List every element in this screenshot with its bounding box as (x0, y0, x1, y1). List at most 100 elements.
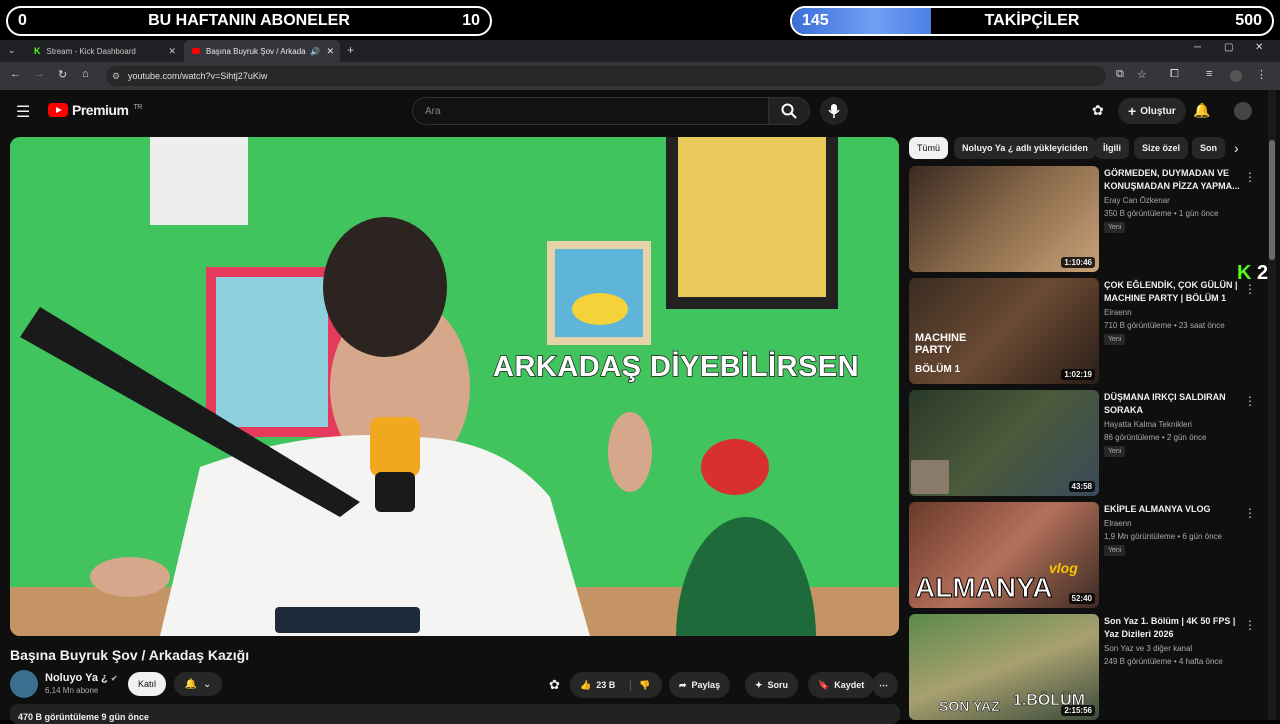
new-tab-icon[interactable]: + (347, 43, 354, 57)
ask-button[interactable]: ✦ Soru (745, 672, 799, 698)
subscription-bell-button[interactable]: 🔔 ⌄ (174, 672, 222, 696)
rec-title: DÜŞMANA IRKÇI SALDIRAN SORAKA (1104, 392, 1226, 415)
chip-all[interactable]: Tümü (909, 137, 949, 159)
rec-title: Son Yaz 1. Bölüm | 4K 50 FPS | Yaz Dizil… (1104, 616, 1236, 639)
video-thumbnail[interactable]: MACHINE PARTY BÖLÜM 1 1:02:19 (909, 278, 1099, 384)
new-badge: Yeni (1104, 446, 1126, 457)
profile-avatar[interactable] (1230, 70, 1242, 82)
channel-name[interactable]: Noluyo Ya ¿ ✔ (45, 672, 118, 684)
account-avatar[interactable] (1234, 102, 1252, 120)
list-item[interactable]: 1:10:46 GÖRMEDEN, DUYMADAN VE KONUŞMADAN… (909, 166, 1269, 272)
thumbs-down-icon[interactable]: 👎 (630, 679, 650, 691)
subs-label: BU HAFTANIN ABONELER (148, 12, 350, 29)
window-close-icon[interactable]: ✕ (1255, 42, 1263, 53)
cast-icon[interactable]: ⧉ (1116, 68, 1124, 81)
thumbs-up-icon: 👍 (580, 679, 592, 690)
minimize-icon[interactable]: ─ (1194, 42, 1201, 53)
tab-list-icon[interactable]: ⌄ (8, 45, 16, 56)
list-item[interactable]: ALMANYA vlog 52:40 EKİPLE ALMANYA VLOG E… (909, 502, 1269, 608)
rec-meta: 249 B görüntüleme • 4 hafta önce (1104, 657, 1223, 666)
create-button[interactable]: + Oluştur (1118, 98, 1186, 124)
list-item[interactable]: MACHINE PARTY BÖLÜM 1 1:02:19 ÇOK EĞLEND… (909, 278, 1269, 384)
scrollbar-thumb[interactable] (1269, 140, 1275, 260)
share-icon: ➦ (679, 679, 687, 690)
like-count: 23 B (596, 680, 616, 690)
voice-search-button[interactable] (820, 97, 848, 125)
video-actions-row: Noluyo Ya ¿ ✔ 6,14 Mn abone Katıl 🔔 ⌄ ✿ … (10, 670, 900, 700)
video-description-box[interactable]: 470 B görüntüleme 9 gün önce (10, 704, 900, 724)
join-button[interactable]: Katıl (128, 672, 167, 696)
channel-avatar[interactable] (10, 670, 38, 698)
close-icon[interactable]: ✕ (326, 46, 334, 57)
save-button[interactable]: 🔖 Kaydet (808, 672, 875, 698)
more-vert-icon[interactable]: ⋮ (1244, 618, 1256, 632)
rec-meta: 350 B görüntüleme • 1 gün önce (1104, 209, 1219, 218)
share-button[interactable]: ➦ Paylaş (669, 672, 731, 698)
followers-current: 145 (802, 12, 829, 29)
video-thumbnail[interactable]: SON YAZ 1.BÖLÜM 2:15:56 (909, 614, 1099, 720)
list-item[interactable]: SON YAZ 1.BÖLÜM 2:15:56 Son Yaz 1. Bölüm… (909, 614, 1269, 720)
kick-viewer-count: K 2 (1237, 262, 1269, 284)
search-input[interactable]: Ara (412, 97, 770, 125)
rec-title: EKİPLE ALMANYA VLOG (1104, 504, 1211, 514)
video-thumbnail[interactable]: 1:10:46 (909, 166, 1099, 272)
scrollbar[interactable] (1268, 90, 1276, 720)
address-bar[interactable]: ⚙ youtube.com/watch?v=Sihtj27uKiw (106, 66, 1106, 86)
chip-recent[interactable]: Son (1192, 137, 1225, 159)
video-thumbnail[interactable]: ALMANYA vlog 52:40 (909, 502, 1099, 608)
url-text: youtube.com/watch?v=Sihtj27uKiw (128, 71, 268, 81)
browser-tab-strip: ⌄ K Stream - Kick Dashboard ✕ Başına Buy… (0, 40, 1280, 62)
rec-channel: Son Yaz ve 3 diğer kanal (1104, 644, 1193, 653)
youtube-logo[interactable]: Premium TR (48, 102, 142, 118)
more-vert-icon[interactable]: ⋮ (1244, 506, 1256, 520)
thumb-text: SON YAZ (939, 698, 1000, 715)
tab-label: Başına Buyruk Şov / Arkada (206, 46, 306, 56)
speaker-icon[interactable]: 🔊 (310, 47, 320, 56)
tab-label: Stream - Kick Dashboard (46, 46, 136, 56)
stream-overlay: 0 BU HAFTANIN ABONELER 10 145 TAKİPÇİLER… (0, 0, 1280, 40)
chip-for-you[interactable]: Size özel (1134, 137, 1189, 159)
extensions-icon[interactable]: ⧠ (1170, 68, 1179, 81)
chip-related[interactable]: İlgili (1095, 137, 1129, 159)
create-label: Oluştur (1140, 105, 1176, 117)
media-icon[interactable]: ≡ (1206, 68, 1212, 80)
site-info-icon[interactable]: ⚙ (112, 71, 120, 82)
bookmark-icon: 🔖 (818, 679, 830, 690)
hamburger-menu-icon[interactable]: ☰ (16, 102, 30, 122)
reload-icon[interactable]: ↻ (58, 68, 67, 81)
more-vert-icon[interactable]: ⋮ (1244, 170, 1256, 184)
search-button[interactable] (768, 97, 810, 125)
region-code: TR (133, 103, 142, 111)
thumb-text: vlog (1049, 560, 1078, 576)
close-icon[interactable]: ✕ (168, 46, 176, 57)
browser-toolbar: ← → ↻ ⌂ ⚙ youtube.com/watch?v=Sihtj27uKi… (0, 62, 1280, 90)
tab-kick-dashboard[interactable]: K Stream - Kick Dashboard ✕ (26, 40, 182, 62)
menu-icon[interactable]: ⋮ (1256, 68, 1267, 81)
subs-end: 10 (462, 12, 480, 29)
subscriber-count: 6,14 Mn abone (45, 686, 99, 695)
tab-youtube[interactable]: Başına Buyruk Şov / Arkada 🔊 ✕ (184, 40, 340, 62)
back-icon[interactable]: ← (10, 68, 21, 80)
studio-icon[interactable]: ✿ (1092, 102, 1104, 119)
video-title: Başına Buyruk Şov / Arkadaş Kazığı (10, 647, 250, 663)
like-dislike-button[interactable]: 👍 23 B 👎 (570, 672, 662, 698)
forward-icon[interactable]: → (34, 68, 45, 80)
more-vert-icon[interactable]: ⋮ (1244, 394, 1256, 408)
new-badge: Yeni (1104, 334, 1126, 345)
more-actions-button[interactable]: ⋯ (872, 672, 898, 698)
list-item[interactable]: 43:58 DÜŞMANA IRKÇI SALDIRAN SORAKA Haya… (909, 390, 1269, 496)
notification-bell-icon[interactable]: 🔔 (1193, 102, 1210, 119)
chip-from-uploader[interactable]: Noluyo Ya ¿ adlı yükleyiciden (954, 137, 1096, 159)
search-icon (781, 103, 797, 119)
youtube-favicon-icon (192, 48, 200, 54)
rec-meta: 86 görüntüleme • 2 gün önce (1104, 433, 1207, 442)
bookmark-star-icon[interactable]: ☆ (1137, 68, 1147, 81)
duration-badge: 1:02:19 (1061, 369, 1095, 380)
video-thumbnail[interactable]: 43:58 (909, 390, 1099, 496)
chevron-right-icon[interactable]: › (1234, 140, 1239, 156)
video-player[interactable]: ARKADAŞ DİYEBİLİRSEN (10, 137, 899, 636)
ai-sparkle-icon[interactable]: ✿ (549, 677, 560, 693)
maximize-icon[interactable]: ▢ (1224, 42, 1233, 53)
home-icon[interactable]: ⌂ (82, 68, 89, 80)
followers-goal-bar: 145 TAKİPÇİLER 500 (790, 6, 1274, 36)
